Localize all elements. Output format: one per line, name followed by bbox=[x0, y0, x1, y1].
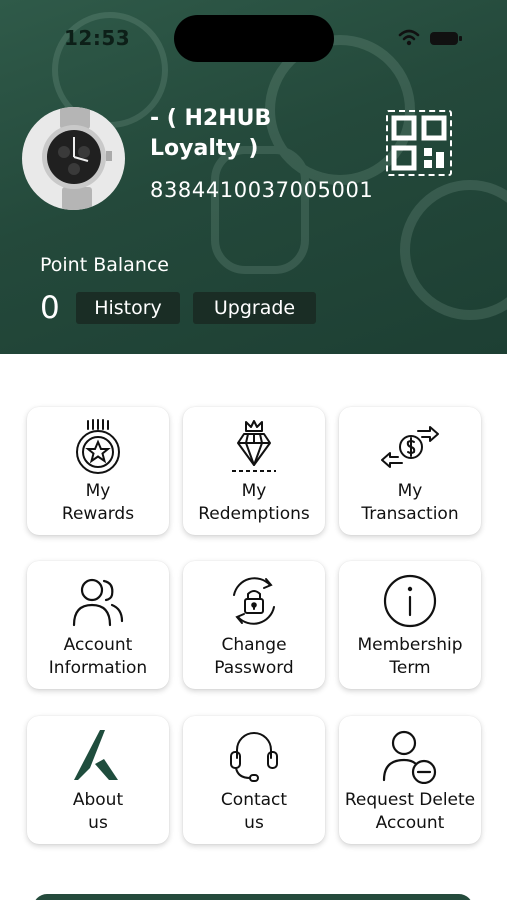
battery-icon bbox=[430, 32, 462, 45]
money-exchange-icon bbox=[381, 426, 439, 468]
tile-my-redemptions[interactable]: My Redemptions bbox=[183, 407, 325, 535]
member-name: - ( H2HUB Loyalty ) bbox=[150, 106, 272, 161]
tile-label: About us bbox=[72, 790, 124, 833]
diamond-crown-icon bbox=[232, 420, 276, 472]
avatar[interactable] bbox=[22, 107, 125, 210]
tile-my-transaction[interactable]: My Transaction bbox=[339, 407, 481, 535]
tile-label: Request Delete Account bbox=[344, 790, 476, 833]
brand-logo-icon bbox=[74, 730, 118, 780]
wifi-icon bbox=[398, 29, 420, 46]
user-remove-icon bbox=[382, 730, 437, 784]
status-time: 12:53 bbox=[64, 26, 131, 50]
tile-label: Account Information bbox=[48, 635, 148, 678]
headset-icon bbox=[230, 732, 278, 782]
tile-label: Change Password bbox=[214, 635, 294, 678]
member-number: 8384410037005001 bbox=[150, 178, 374, 202]
tile-label: My Transaction bbox=[361, 481, 459, 524]
point-balance-value: 0 bbox=[40, 290, 60, 326]
tile-change-password[interactable]: Change Password bbox=[183, 561, 325, 689]
qr-code-button[interactable] bbox=[386, 110, 452, 176]
reward-medal-icon bbox=[76, 419, 120, 474]
users-icon bbox=[72, 578, 124, 627]
tile-label: My Rewards bbox=[61, 481, 135, 524]
info-icon bbox=[383, 574, 437, 628]
watch-avatar-image bbox=[42, 107, 112, 210]
point-balance-label: Point Balance bbox=[40, 254, 169, 276]
lock-refresh-icon bbox=[233, 577, 275, 625]
tile-label: Membership Term bbox=[357, 635, 463, 678]
tile-account-information[interactable]: Account Information bbox=[27, 561, 169, 689]
profile-header: 12:53 - ( H2HUB Loyalty ) 83844100370050… bbox=[0, 0, 507, 354]
tile-label: Contact us bbox=[220, 790, 288, 833]
tile-contact-us[interactable]: Contact us bbox=[183, 716, 325, 844]
upgrade-button[interactable]: Upgrade bbox=[193, 292, 316, 324]
qr-code-icon bbox=[391, 115, 447, 171]
tile-label: My Redemptions bbox=[198, 481, 310, 524]
tile-membership-term[interactable]: Membership Term bbox=[339, 561, 481, 689]
dynamic-island bbox=[174, 15, 334, 62]
tile-request-delete-account[interactable]: Request Delete Account bbox=[339, 716, 481, 844]
tile-about-us[interactable]: About us bbox=[27, 716, 169, 844]
bottom-action-bar[interactable] bbox=[33, 894, 473, 900]
tile-my-rewards[interactable]: My Rewards bbox=[27, 407, 169, 535]
status-icons bbox=[398, 29, 462, 46]
history-button[interactable]: History bbox=[76, 292, 180, 324]
